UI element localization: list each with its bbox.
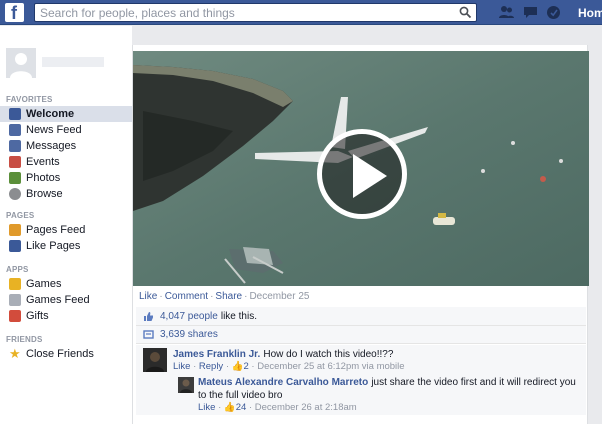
comment-like-link[interactable]: Like — [173, 361, 190, 372]
comment-like-count[interactable]: 24 — [236, 402, 247, 413]
likes-count-link[interactable]: 4,047 people — [160, 311, 218, 322]
profile-name[interactable] — [42, 57, 104, 67]
sidebar-item-label: Messages — [26, 140, 77, 152]
right-column — [589, 26, 602, 424]
sidebar-item-label: Like Pages — [26, 240, 81, 252]
sidebar-item-label: Games Feed — [26, 294, 90, 306]
star-icon: ★ — [9, 346, 21, 361]
comment-author[interactable]: Mateus Alexandre Carvalho Marreto — [198, 377, 368, 388]
apps-header: APPS — [6, 265, 29, 274]
reply-item: Mateus Alexandre Carvalho Marreto just s… — [136, 373, 586, 415]
sidebar-item-label: News Feed — [26, 124, 82, 136]
sidebar-item-gifts[interactable]: Gifts — [0, 308, 132, 324]
avatar-photo — [143, 348, 167, 372]
sidebar-item-label: Browse — [26, 188, 63, 200]
sidebar-item-label: Games — [26, 278, 62, 290]
friends-header: FRIENDS — [6, 335, 43, 344]
post-card: Like · Comment · Share · December 25 4,047 peo… — [132, 45, 589, 424]
news-feed-icon — [9, 124, 21, 136]
shares-summary: 3,639 shares — [136, 326, 586, 344]
comment-link[interactable]: Comment — [165, 291, 208, 302]
sidebar-item-messages[interactable]: Messages — [0, 138, 132, 154]
messages-icon — [9, 140, 21, 152]
video-player[interactable] — [133, 51, 589, 286]
search-box[interactable] — [34, 3, 477, 22]
avatar-photo — [178, 377, 194, 393]
comment-reply-link[interactable]: Reply — [199, 361, 223, 372]
shares-count-link[interactable]: 3,639 shares — [160, 329, 218, 340]
likes-suffix: like this. — [220, 310, 257, 322]
sidebar-item-welcome[interactable]: Welcome — [0, 106, 132, 122]
sidebar-item-label: Pages Feed — [26, 224, 86, 236]
photos-icon — [9, 172, 21, 184]
post-actions: Like · Comment · Share · December 25 — [139, 291, 310, 302]
logo-letter: f — [11, 3, 17, 23]
gifts-icon — [9, 310, 21, 322]
sidebar-item-browse[interactable]: Browse — [0, 186, 132, 202]
sidebar-item-photos[interactable]: Photos — [0, 170, 132, 186]
comment-timestamp[interactable]: December 26 at 2:18am — [255, 402, 357, 413]
comment-timestamp[interactable]: December 25 at 6:12pm via mobile — [257, 361, 404, 372]
thumbs-up-icon[interactable]: 👍 — [224, 402, 236, 413]
browse-icon — [9, 188, 21, 200]
share-link[interactable]: Share — [215, 291, 242, 302]
comment-like-count[interactable]: 2 — [243, 361, 248, 372]
comment-author[interactable]: James Franklin Jr. — [173, 349, 260, 360]
games-feed-icon — [9, 294, 21, 306]
facebook-icon — [9, 108, 21, 120]
home-link[interactable]: Home — [578, 6, 602, 20]
pages-feed-icon — [9, 224, 21, 236]
default-avatar-icon — [6, 48, 36, 78]
friend-requests-icon[interactable] — [498, 4, 515, 21]
like-link[interactable]: Like — [139, 291, 157, 302]
sidebar-item-label: Photos — [26, 172, 61, 184]
favorites-header: FAVORITES — [6, 95, 53, 104]
notifications-icon[interactable] — [545, 4, 562, 21]
like-pages-icon — [9, 240, 21, 252]
sidebar-item-games-feed[interactable]: Games Feed — [0, 292, 132, 308]
sidebar-item-label: Close Friends — [26, 348, 94, 360]
left-sidebar: FAVORITES Welcome News Feed Messages Eve… — [0, 26, 132, 424]
comment-item: James Franklin Jr. How do I watch this v… — [136, 345, 586, 373]
sidebar-item-label: Events — [26, 156, 60, 168]
commenter-avatar[interactable] — [143, 348, 167, 372]
facebook-logo[interactable]: f — [5, 3, 24, 23]
comment-like-link[interactable]: Like — [198, 402, 215, 413]
profile-avatar[interactable] — [6, 48, 36, 78]
sidebar-item-news-feed[interactable]: News Feed — [0, 122, 132, 138]
sidebar-item-label: Welcome — [26, 108, 75, 120]
share-icon — [143, 330, 154, 339]
commenter-avatar[interactable] — [178, 377, 194, 393]
pages-header: PAGES — [6, 211, 35, 220]
post-date[interactable]: December 25 — [249, 291, 309, 302]
games-icon — [9, 278, 21, 290]
sidebar-item-games[interactable]: Games — [0, 276, 132, 292]
thumbs-up-icon[interactable]: 👍 — [232, 361, 244, 372]
search-icon[interactable] — [459, 6, 472, 19]
search-input[interactable] — [35, 4, 455, 21]
comment-text: How do I watch this video!!?? — [263, 349, 394, 360]
sidebar-item-label: Gifts — [26, 310, 49, 322]
sidebar-item-like-pages[interactable]: Like Pages — [0, 238, 132, 254]
thumbs-up-icon — [144, 311, 153, 321]
top-navigation-bar: f Home — [0, 0, 602, 25]
sidebar-item-close-friends[interactable]: ★ Close Friends — [0, 346, 132, 362]
likes-summary: 4,047 people like this. — [136, 307, 586, 326]
sidebar-item-events[interactable]: Events — [0, 154, 132, 170]
events-icon — [9, 156, 21, 168]
sidebar-item-pages-feed[interactable]: Pages Feed — [0, 222, 132, 238]
play-button[interactable] — [317, 129, 407, 219]
play-icon — [353, 154, 387, 198]
messages-icon[interactable] — [522, 4, 539, 21]
